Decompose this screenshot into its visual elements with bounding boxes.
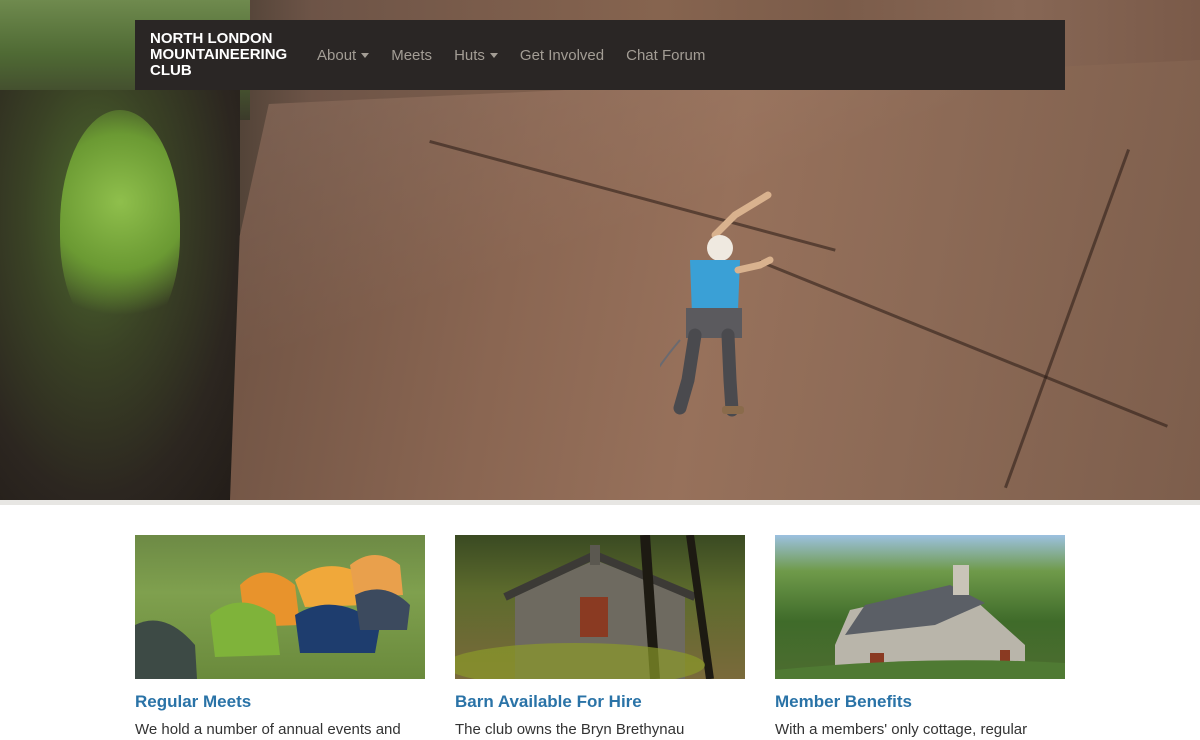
card-barn-for-hire: Barn Available For Hire The club owns th… xyxy=(455,535,745,738)
site-brand-link[interactable]: NORTH LONDON MOUNTAINEERING CLUB xyxy=(150,31,290,79)
nav-item-label: Meets xyxy=(391,46,433,64)
nav-item-label: Huts xyxy=(454,46,485,64)
navbar: NORTH LONDON MOUNTAINEERING CLUB About M… xyxy=(135,20,1065,90)
hero-tree xyxy=(60,110,180,340)
card-image-tents[interactable] xyxy=(135,535,425,679)
card-title[interactable]: Member Benefits xyxy=(775,692,1065,712)
nav-item-get-involved[interactable]: Get Involved xyxy=(509,47,615,64)
nav-item-meets[interactable]: Meets xyxy=(380,47,443,64)
nav-item-label: About xyxy=(317,46,357,64)
card-image-barn[interactable] xyxy=(455,535,745,679)
card-text: The club owns the Bryn Brethynau xyxy=(455,721,685,738)
card-image-cottage[interactable] xyxy=(775,535,1065,679)
card-regular-meets: Regular Meets We hold a number of annual… xyxy=(135,535,425,738)
nav-item-huts[interactable]: Huts xyxy=(443,47,509,64)
nav-item-label: Chat Forum xyxy=(626,46,706,64)
section-divider xyxy=(0,500,1200,505)
card-member-benefits: Member Benefits With a members' only cot… xyxy=(775,535,1065,738)
card-text: With a members' only cottage, regular xyxy=(775,721,1028,738)
main-nav: About Meets Huts Get Involved Chat Forum xyxy=(306,47,716,64)
nav-item-chat-forum[interactable]: Chat Forum xyxy=(615,47,716,64)
card-title[interactable]: Barn Available For Hire xyxy=(455,692,745,712)
caret-down-icon xyxy=(361,52,370,58)
climber-figure xyxy=(660,191,774,417)
card-title[interactable]: Regular Meets xyxy=(135,692,425,712)
caret-down-icon xyxy=(489,52,498,58)
card-text: We hold a number of annual events and xyxy=(135,721,401,738)
nav-item-label: Get Involved xyxy=(519,46,605,64)
nav-item-about[interactable]: About xyxy=(306,47,380,64)
